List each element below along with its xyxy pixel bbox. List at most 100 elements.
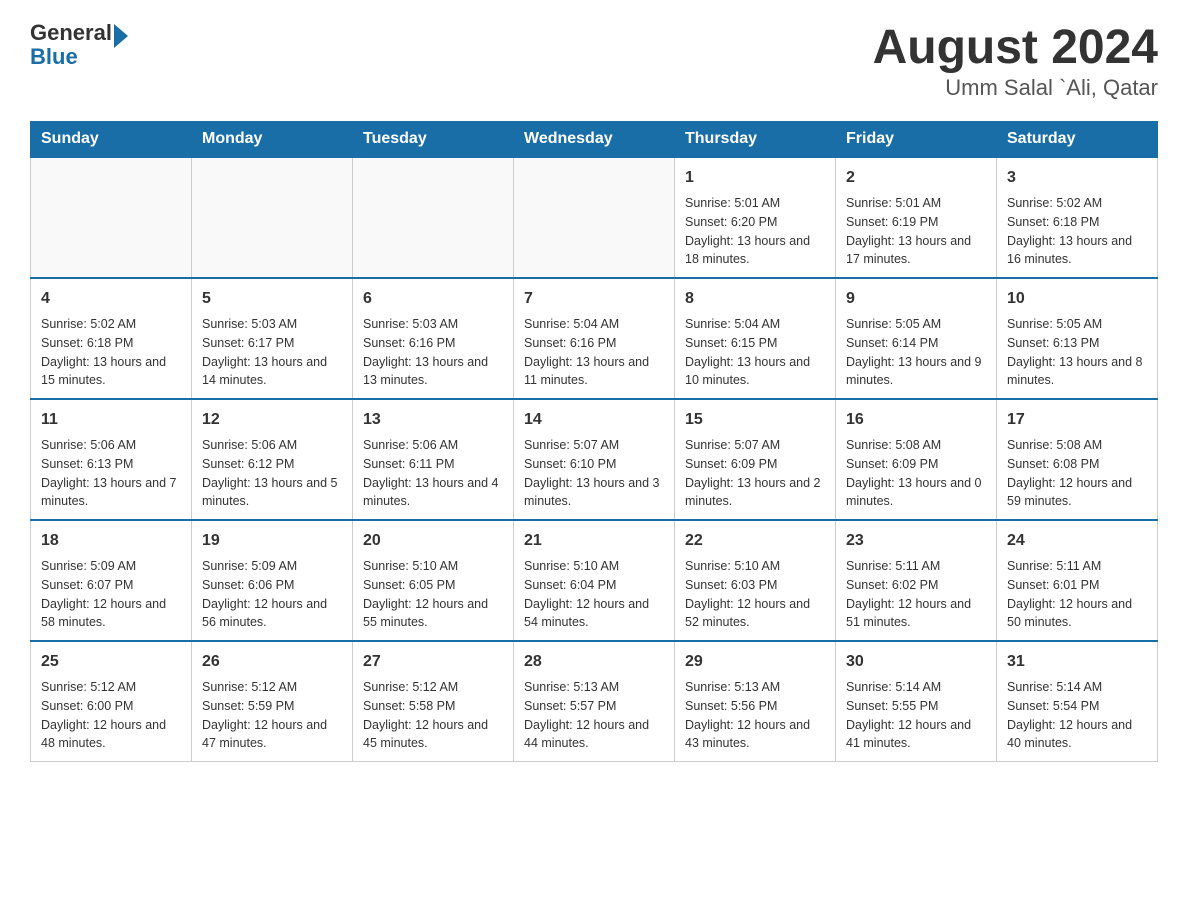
calendar-cell: 31Sunrise: 5:14 AMSunset: 5:54 PMDayligh… — [997, 641, 1158, 762]
day-number: 15 — [685, 408, 825, 432]
day-number: 3 — [1007, 166, 1147, 190]
day-number: 18 — [41, 529, 181, 553]
day-info: Sunrise: 5:12 AMSunset: 5:59 PMDaylight:… — [202, 678, 342, 753]
day-info: Sunrise: 5:11 AMSunset: 6:02 PMDaylight:… — [846, 557, 986, 632]
calendar-cell: 30 Sunrise: 5:14 AMSunset: 5:55 PMDayligh… — [836, 641, 997, 762]
day-header-monday: Monday — [192, 122, 353, 158]
page-header: General Blue August 2024 Umm Salal `Ali,… — [30, 20, 1158, 101]
day-info: Sunrise: 5:09 AMSunset: 6:07 PMDaylight:… — [41, 557, 181, 632]
logo: General Blue — [30, 20, 128, 70]
day-number: 24 — [1007, 529, 1147, 553]
calendar-cell: 6 Sunrise: 5:03 AMSunset: 6:16 PMDaylight… — [353, 278, 514, 399]
day-header-wednesday: Wednesday — [514, 122, 675, 158]
calendar-week-row: 18 Sunrise: 5:09 AMSunset: 6:07 PMDayligh… — [31, 520, 1158, 641]
day-info: Sunrise: 5:12 AMSunset: 6:00 PMDaylight:… — [41, 678, 181, 753]
day-number: 23 — [846, 529, 986, 553]
day-info: Sunrise: 5:06 AMSunset: 6:13 PMDaylight:… — [41, 436, 181, 511]
day-number: 8 — [685, 287, 825, 311]
calendar-cell: 24 Sunrise: 5:11 AMSunset: 6:01 PMDayligh… — [997, 520, 1158, 641]
day-info: Sunrise: 5:01 AMSunset: 6:19 PMDaylight:… — [846, 194, 986, 269]
day-number: 17 — [1007, 408, 1147, 432]
calendar-week-row: 1 Sunrise: 5:01 AMSunset: 6:20 PMDaylight… — [31, 157, 1158, 278]
day-info: Sunrise: 5:04 AMSunset: 6:15 PMDaylight:… — [685, 315, 825, 390]
day-info: Sunrise: 5:08 AMSunset: 6:08 PMDaylight:… — [1007, 436, 1147, 511]
day-info: Sunrise: 5:13 AMSunset: 5:57 PMDaylight:… — [524, 678, 664, 753]
calendar-cell — [353, 157, 514, 278]
day-number: 28 — [524, 650, 664, 674]
calendar-cell: 29 Sunrise: 5:13 AMSunset: 5:56 PMDayligh… — [675, 641, 836, 762]
calendar-cell: 11 Sunrise: 5:06 AMSunset: 6:13 PMDayligh… — [31, 399, 192, 520]
day-info: Sunrise: 5:03 AMSunset: 6:16 PMDaylight:… — [363, 315, 503, 390]
calendar-cell: 7 Sunrise: 5:04 AMSunset: 6:16 PMDaylight… — [514, 278, 675, 399]
day-info: Sunrise: 5:06 AMSunset: 6:12 PMDaylight:… — [202, 436, 342, 511]
day-info: Sunrise: 5:07 AMSunset: 6:09 PMDaylight:… — [685, 436, 825, 511]
day-number: 2 — [846, 166, 986, 190]
day-number: 1 — [685, 166, 825, 190]
day-number: 7 — [524, 287, 664, 311]
day-header-saturday: Saturday — [997, 122, 1158, 158]
calendar-cell: 10Sunrise: 5:05 AMSunset: 6:13 PMDayligh… — [997, 278, 1158, 399]
calendar-cell: 25 Sunrise: 5:12 AMSunset: 6:00 PMDayligh… — [31, 641, 192, 762]
day-info: Sunrise: 5:06 AMSunset: 6:11 PMDaylight:… — [363, 436, 503, 511]
day-info: Sunrise: 5:08 AMSunset: 6:09 PMDaylight:… — [846, 436, 986, 511]
calendar-cell — [31, 157, 192, 278]
day-number: 10 — [1007, 287, 1147, 311]
day-number: 29 — [685, 650, 825, 674]
calendar-cell: 28 Sunrise: 5:13 AMSunset: 5:57 PMDayligh… — [514, 641, 675, 762]
day-info: Sunrise: 5:05 AMSunset: 6:14 PMDaylight:… — [846, 315, 986, 390]
day-number: 31 — [1007, 650, 1147, 674]
calendar-cell: 20Sunrise: 5:10 AMSunset: 6:05 PMDayligh… — [353, 520, 514, 641]
day-header-sunday: Sunday — [31, 122, 192, 158]
calendar-cell: 18 Sunrise: 5:09 AMSunset: 6:07 PMDayligh… — [31, 520, 192, 641]
title-section: August 2024 Umm Salal `Ali, Qatar — [873, 20, 1158, 101]
day-number: 4 — [41, 287, 181, 311]
day-number: 19 — [202, 529, 342, 553]
calendar-cell: 4 Sunrise: 5:02 AMSunset: 6:18 PMDaylight… — [31, 278, 192, 399]
day-header-thursday: Thursday — [675, 122, 836, 158]
calendar-cell: 14 Sunrise: 5:07 AMSunset: 6:10 PMDayligh… — [514, 399, 675, 520]
calendar-cell: 8 Sunrise: 5:04 AMSunset: 6:15 PMDaylight… — [675, 278, 836, 399]
day-number: 21 — [524, 529, 664, 553]
day-info: Sunrise: 5:02 AMSunset: 6:18 PMDaylight:… — [1007, 194, 1147, 269]
calendar-cell: 12 Sunrise: 5:06 AMSunset: 6:12 PMDayligh… — [192, 399, 353, 520]
day-number: 16 — [846, 408, 986, 432]
day-info: Sunrise: 5:14 AMSunset: 5:55 PMDaylight:… — [846, 678, 986, 753]
day-number: 26 — [202, 650, 342, 674]
day-number: 13 — [363, 408, 503, 432]
calendar-cell — [514, 157, 675, 278]
day-info: Sunrise: 5:02 AMSunset: 6:18 PMDaylight:… — [41, 315, 181, 390]
day-info: Sunrise: 5:01 AMSunset: 6:20 PMDaylight:… — [685, 194, 825, 269]
day-number: 30 — [846, 650, 986, 674]
logo-arrow-icon — [114, 24, 128, 48]
calendar-cell: 9 Sunrise: 5:05 AMSunset: 6:14 PMDaylight… — [836, 278, 997, 399]
location-subtitle: Umm Salal `Ali, Qatar — [873, 75, 1158, 101]
day-info: Sunrise: 5:03 AMSunset: 6:17 PMDaylight:… — [202, 315, 342, 390]
calendar-header-row: SundayMondayTuesdayWednesdayThursdayFrid… — [31, 122, 1158, 158]
calendar-cell: 1 Sunrise: 5:01 AMSunset: 6:20 PMDaylight… — [675, 157, 836, 278]
day-number: 6 — [363, 287, 503, 311]
calendar-cell: 27Sunrise: 5:12 AMSunset: 5:58 PMDayligh… — [353, 641, 514, 762]
day-number: 12 — [202, 408, 342, 432]
day-info: Sunrise: 5:13 AMSunset: 5:56 PMDaylight:… — [685, 678, 825, 753]
calendar-week-row: 25 Sunrise: 5:12 AMSunset: 6:00 PMDayligh… — [31, 641, 1158, 762]
day-number: 11 — [41, 408, 181, 432]
day-header-tuesday: Tuesday — [353, 122, 514, 158]
day-number: 14 — [524, 408, 664, 432]
calendar-cell: 2 Sunrise: 5:01 AMSunset: 6:19 PMDaylight… — [836, 157, 997, 278]
calendar-week-row: 11 Sunrise: 5:06 AMSunset: 6:13 PMDayligh… — [31, 399, 1158, 520]
day-number: 9 — [846, 287, 986, 311]
day-number: 22 — [685, 529, 825, 553]
day-info: Sunrise: 5:10 AMSunset: 6:03 PMDaylight:… — [685, 557, 825, 632]
day-info: Sunrise: 5:04 AMSunset: 6:16 PMDaylight:… — [524, 315, 664, 390]
day-info: Sunrise: 5:10 AMSunset: 6:04 PMDaylight:… — [524, 557, 664, 632]
calendar-cell: 5 Sunrise: 5:03 AMSunset: 6:17 PMDaylight… — [192, 278, 353, 399]
calendar-week-row: 4 Sunrise: 5:02 AMSunset: 6:18 PMDaylight… — [31, 278, 1158, 399]
calendar-cell: 19Sunrise: 5:09 AMSunset: 6:06 PMDayligh… — [192, 520, 353, 641]
month-title: August 2024 — [873, 20, 1158, 75]
day-number: 5 — [202, 287, 342, 311]
day-info: Sunrise: 5:12 AMSunset: 5:58 PMDaylight:… — [363, 678, 503, 753]
day-header-friday: Friday — [836, 122, 997, 158]
day-info: Sunrise: 5:07 AMSunset: 6:10 PMDaylight:… — [524, 436, 664, 511]
day-info: Sunrise: 5:11 AMSunset: 6:01 PMDaylight:… — [1007, 557, 1147, 632]
day-number: 25 — [41, 650, 181, 674]
